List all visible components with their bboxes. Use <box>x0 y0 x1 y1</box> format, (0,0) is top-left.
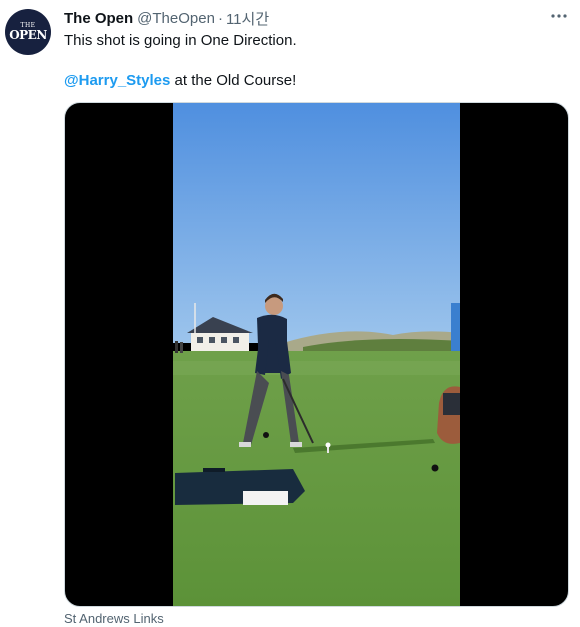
tweet-header: The Open @TheOpen · 11시간 <box>64 8 269 28</box>
tweet-text-line2: @Harry_Styles at the Old Course! <box>64 71 296 91</box>
mention-link[interactable]: @Harry_Styles <box>64 72 170 89</box>
more-options-button[interactable] <box>546 8 572 28</box>
more-options-icon <box>550 7 568 30</box>
tweet-text-line2-rest: at the Old Course! <box>170 72 297 89</box>
tweet-timestamp[interactable]: 11시간 <box>226 8 269 29</box>
tweet-card: THE OPEN The Open @TheOpen · 11시간 This s… <box>0 0 580 626</box>
separator-dot: · <box>217 9 223 27</box>
video-frame <box>173 103 460 606</box>
location-link[interactable]: St Andrews Links <box>64 611 164 627</box>
author-name[interactable]: The Open <box>64 10 133 27</box>
tweet-text-line1: This shot is going in One Direction. <box>64 32 297 49</box>
avatar-logo-line2: OPEN <box>9 28 47 42</box>
author-handle[interactable]: @TheOpen <box>137 10 215 27</box>
video-player[interactable] <box>64 102 569 607</box>
avatar[interactable]: THE OPEN <box>5 9 51 55</box>
